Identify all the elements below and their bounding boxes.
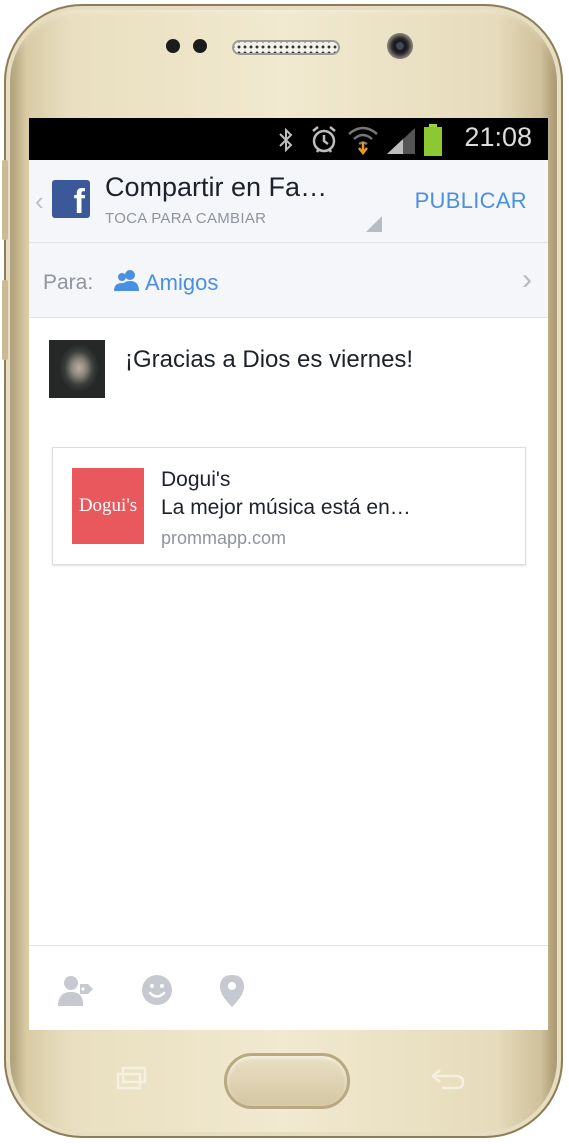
header-subtitle: TOCA PARA CAMBIAR — [105, 210, 267, 227]
facebook-icon[interactable]: f — [52, 180, 90, 218]
dropdown-corner-icon — [366, 216, 382, 232]
link-title: Dogui's — [161, 468, 231, 491]
app-header: ‹ f Compartir en Fa… TOCA PARA CAMBIAR P… — [29, 160, 548, 243]
wifi-icon — [348, 126, 378, 156]
signal-icon — [387, 128, 415, 154]
composer-toolbar — [29, 945, 548, 1030]
front-camera — [387, 33, 413, 59]
alarm-icon — [312, 126, 336, 153]
header-title: Compartir en Fa… — [105, 172, 328, 202]
screen: 21:08 ‹ f Compartir en Fa… TOCA PARA CAM… — [29, 118, 548, 1030]
earpiece-speaker — [232, 40, 340, 55]
back-icon[interactable] — [430, 1066, 466, 1092]
battery-icon — [424, 124, 442, 156]
status-bar: 21:08 — [29, 118, 548, 160]
location-icon[interactable] — [219, 974, 245, 1008]
light-sensor — [193, 39, 207, 53]
link-preview-card[interactable]: Dogui's Dogui's La mejor música está en…… — [52, 447, 526, 565]
recent-apps-icon[interactable] — [115, 1066, 149, 1092]
tag-people-icon[interactable] — [58, 974, 94, 1006]
back-chevron-icon[interactable]: ‹ — [35, 186, 44, 217]
feeling-icon[interactable] — [141, 974, 173, 1006]
proximity-sensor — [166, 39, 180, 53]
avatar — [49, 340, 105, 398]
friends-icon — [114, 270, 139, 291]
link-domain: prommapp.com — [161, 528, 287, 548]
publish-button[interactable]: PUBLICAR — [415, 188, 527, 214]
link-thumbnail: Dogui's — [72, 468, 144, 544]
audience-prefix: Para: — [43, 271, 94, 294]
clock: 21:08 — [464, 122, 532, 152]
link-description: La mejor música está en… — [161, 496, 411, 519]
post-text-input[interactable]: ¡Gracias a Dios es viernes! — [125, 346, 413, 374]
home-button[interactable] — [224, 1053, 350, 1109]
audience-selector[interactable]: Para: Amigos › — [29, 243, 548, 318]
bluetooth-icon — [279, 127, 293, 153]
volume-up-button — [2, 160, 8, 240]
audience-value: Amigos — [145, 270, 219, 295]
volume-down-button — [2, 280, 8, 360]
chevron-right-icon: › — [522, 263, 532, 296]
